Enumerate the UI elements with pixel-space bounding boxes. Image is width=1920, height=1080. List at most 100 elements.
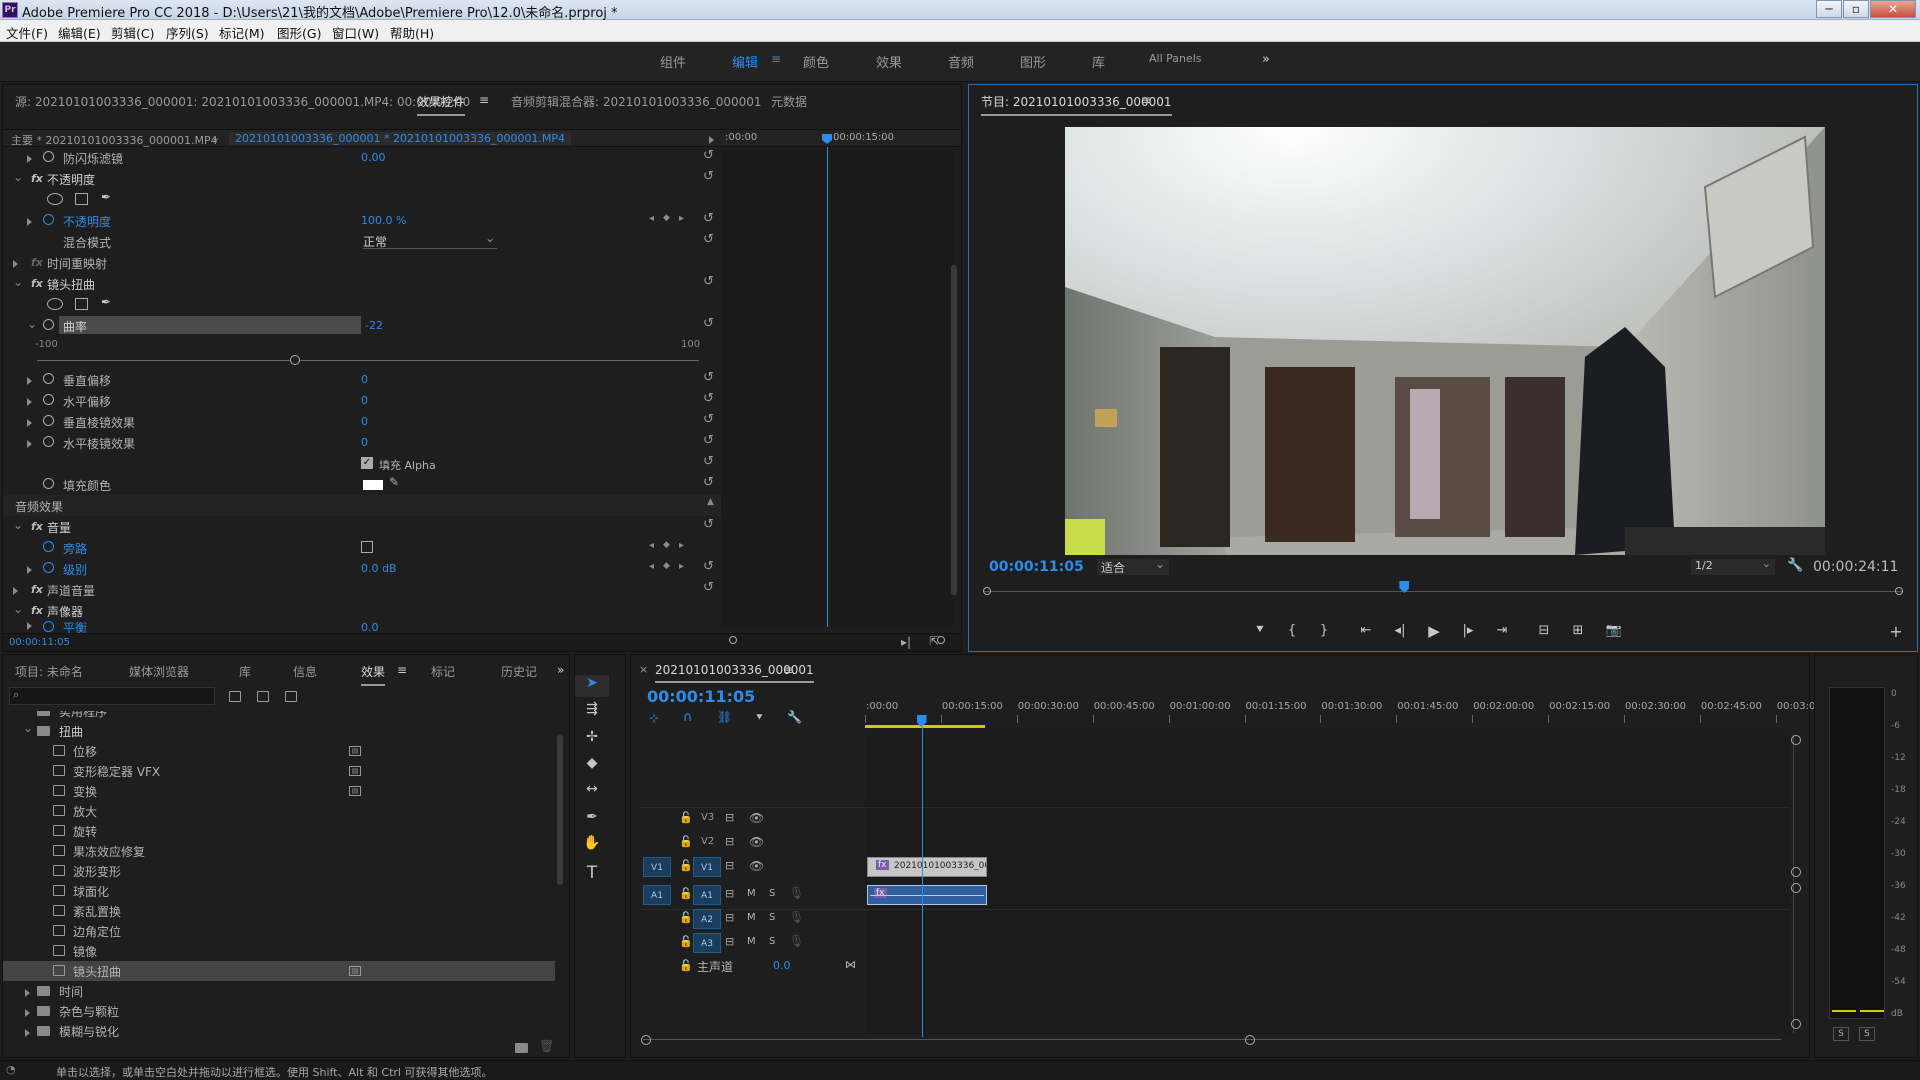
menu-sequence[interactable]: 序列(S): [166, 23, 209, 42]
workspace-audio[interactable]: 音频: [948, 52, 974, 71]
folder-distort[interactable]: ⌄ 扭曲: [3, 721, 555, 741]
accelerated-effects-icon[interactable]: [229, 691, 241, 702]
effect-item[interactable]: 球面化: [3, 881, 555, 901]
solo-button[interactable]: S: [769, 912, 775, 923]
effect-item[interactable]: 波形变形: [3, 861, 555, 881]
reset-icon[interactable]: ↺: [703, 370, 714, 385]
track-target-a1[interactable]: A1: [693, 885, 721, 905]
folder-time[interactable]: 时间: [3, 981, 555, 1001]
master-clip-label[interactable]: 主要 * 20210101003336_000001.MP4: [11, 132, 218, 148]
minimize-icon[interactable]: ─: [1816, 0, 1842, 18]
tab-markers[interactable]: 标记: [431, 663, 455, 680]
mute-button[interactable]: M: [747, 912, 756, 923]
list-item[interactable]: 实用程序: [3, 711, 555, 721]
reset-icon[interactable]: ↺: [703, 412, 714, 427]
lock-icon[interactable]: 🔓: [679, 811, 693, 824]
chevron-down-icon[interactable]: ⌄: [13, 602, 23, 616]
eye-icon[interactable]: 👁: [749, 811, 764, 825]
source-patch-v1[interactable]: V1: [643, 857, 671, 877]
32bit-effects-icon[interactable]: [257, 691, 269, 702]
sequence-clip-label[interactable]: 20210101003336_000001 * 20210101003336_0…: [229, 132, 572, 145]
chevron-down-icon[interactable]: ⌄: [23, 721, 33, 735]
sync-lock-icon[interactable]: ⊟: [725, 935, 734, 948]
type-tool-icon[interactable]: T: [575, 863, 609, 885]
program-timecode[interactable]: 00:00:11:05: [989, 559, 1084, 575]
blend-mode-select[interactable]: 正常 ⌄: [363, 231, 497, 249]
stopwatch-icon[interactable]: [43, 214, 54, 225]
sync-lock-icon[interactable]: ⊟: [725, 887, 734, 900]
maximize-icon[interactable]: ▫: [1843, 0, 1869, 18]
workspace-graphics[interactable]: 图形: [1020, 52, 1046, 71]
curvature-value[interactable]: -22: [365, 319, 383, 332]
zoom-handle[interactable]: [1791, 867, 1801, 877]
tab-metadata[interactable]: 元数据: [771, 93, 807, 110]
fx-icon[interactable]: fx: [31, 277, 43, 290]
program-scrub-bar[interactable]: [983, 581, 1903, 601]
balance-value[interactable]: 0.0: [361, 621, 379, 633]
effects-search-input[interactable]: ⌕: [9, 687, 215, 705]
sync-lock-icon[interactable]: ⊟: [725, 859, 734, 872]
rectangle-mask-icon[interactable]: [75, 298, 88, 310]
reset-icon[interactable]: ↺: [703, 211, 714, 226]
export-frame-icon[interactable]: 📷: [1603, 623, 1625, 638]
fx-icon[interactable]: fx: [31, 583, 43, 596]
add-marker-icon[interactable]: ⯆: [755, 711, 764, 725]
ripple-edit-tool-icon[interactable]: ✢: [575, 729, 609, 751]
fit-select[interactable]: 适合 ⌄: [1097, 557, 1169, 575]
play-icon[interactable]: ▶: [1423, 622, 1445, 640]
effect-item[interactable]: 位移 ▤: [3, 741, 555, 761]
lock-icon[interactable]: 🔓: [679, 959, 693, 972]
reset-icon[interactable]: ↺: [703, 232, 714, 247]
fx-icon[interactable]: fx: [31, 256, 43, 269]
tab-audio-clip-mixer[interactable]: 音频剪辑混合器: 20210101003336_000001: [511, 93, 762, 110]
mute-button[interactable]: M: [747, 936, 756, 947]
workspace-color[interactable]: 颜色: [803, 52, 829, 71]
next-keyframe-icon[interactable]: ▸: [679, 561, 684, 572]
linked-selection-icon[interactable]: ⛓: [717, 710, 732, 724]
slip-tool-icon[interactable]: ↔: [575, 781, 609, 803]
ellipse-mask-icon[interactable]: [47, 298, 63, 310]
extract-icon[interactable]: ⊞: [1567, 623, 1589, 638]
stopwatch-icon[interactable]: [43, 436, 54, 447]
prev-keyframe-icon[interactable]: ◂: [649, 213, 654, 224]
solo-right-button[interactable]: S: [1859, 1027, 1875, 1041]
reset-icon[interactable]: ↺: [703, 475, 714, 490]
workspace-all-panels[interactable]: All Panels: [1149, 52, 1202, 65]
effect-item[interactable]: 镜头扭曲 ▤: [3, 961, 555, 981]
track-target-v1[interactable]: V1: [693, 857, 721, 877]
stopwatch-icon[interactable]: [43, 478, 54, 489]
microphone-icon[interactable]: 🎙: [789, 910, 804, 924]
step-back-icon[interactable]: ◂|: [1389, 623, 1411, 638]
stopwatch-icon[interactable]: [43, 373, 54, 384]
effect-item[interactable]: 变形稳定器 VFX ▤: [3, 761, 555, 781]
snap-icon[interactable]: ∩: [683, 710, 693, 725]
fx-icon[interactable]: fx: [31, 520, 43, 533]
eyedropper-icon[interactable]: ✎: [389, 475, 399, 489]
reset-icon[interactable]: ↺: [703, 517, 714, 532]
horizontal-prism-value[interactable]: 0: [361, 436, 368, 449]
close-icon[interactable]: ✕: [1870, 0, 1916, 18]
track-target-a2[interactable]: A2: [693, 909, 721, 929]
yuv-effects-icon[interactable]: [285, 691, 297, 702]
ellipse-mask-icon[interactable]: [47, 193, 63, 205]
fx-icon[interactable]: fx: [31, 172, 43, 185]
eye-icon[interactable]: 👁: [749, 859, 764, 873]
add-keyframe-icon[interactable]: ◆: [663, 540, 670, 550]
hand-tool-icon[interactable]: ✋: [575, 835, 609, 857]
timeline-ruler[interactable]: :00:00 00:00:15:00 00:00:30:00 00:00:45:00 0…: [865, 697, 1838, 725]
zoom-handle[interactable]: [641, 1035, 651, 1045]
effect-item[interactable]: 果冻效应修复: [3, 841, 555, 861]
workspace-editing[interactable]: 编辑: [732, 52, 758, 71]
go-to-out-icon[interactable]: ⇥: [1491, 623, 1513, 638]
bypass-checkbox[interactable]: [361, 541, 373, 553]
curvature-slider-track[interactable]: [37, 360, 699, 361]
fx-icon[interactable]: fx: [31, 604, 43, 617]
tab-effects[interactable]: 效果: [361, 663, 386, 686]
zoom-handle[interactable]: [1895, 587, 1903, 595]
reset-icon[interactable]: ↺: [703, 148, 714, 163]
effects-scrollbar[interactable]: [557, 735, 563, 885]
delete-icon[interactable]: 🗑: [539, 1039, 554, 1053]
reset-icon[interactable]: ↺: [703, 316, 714, 331]
reset-icon[interactable]: ↺: [703, 169, 714, 184]
next-keyframe-icon[interactable]: ▸: [679, 540, 684, 551]
